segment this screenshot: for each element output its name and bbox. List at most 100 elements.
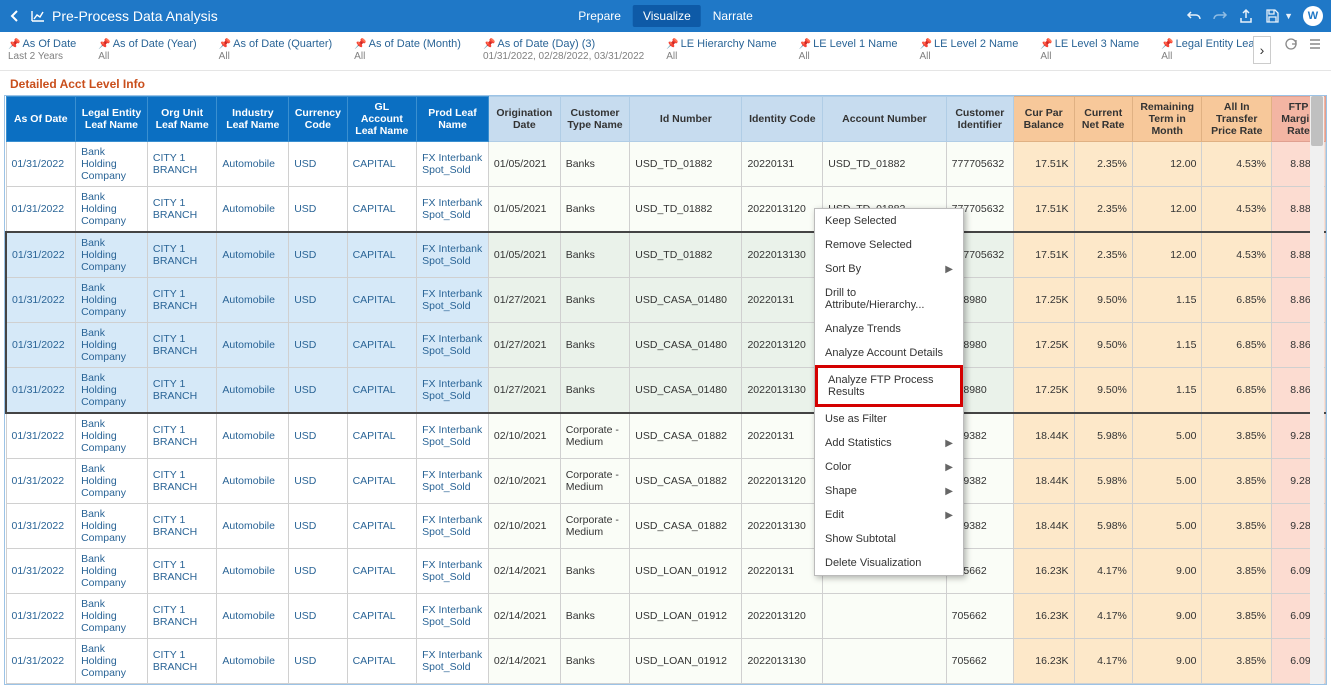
- table-row[interactable]: 01/31/2022Bank Holding CompanyCITY 1 BRA…: [6, 459, 1326, 504]
- save-dropdown-icon[interactable]: ▼: [1284, 11, 1293, 21]
- cell: 01/05/2021: [488, 142, 560, 187]
- cell: USD: [289, 549, 347, 594]
- pin-icon: 📌: [666, 39, 678, 50]
- vertical-scrollbar[interactable]: [1310, 96, 1324, 684]
- cell: CITY 1 BRANCH: [147, 549, 217, 594]
- cell: 17.25K: [1013, 323, 1074, 368]
- col-header-8[interactable]: Customer Type Name: [560, 97, 630, 142]
- menu-item-13[interactable]: Delete Visualization: [815, 551, 963, 575]
- menu-item-2[interactable]: Sort By▶: [815, 257, 963, 281]
- cell: 01/31/2022: [6, 504, 76, 549]
- app-header: Pre-Process Data Analysis Prepare Visual…: [0, 0, 1331, 32]
- menu-item-1[interactable]: Remove Selected: [815, 233, 963, 257]
- cell: Bank Holding Company: [76, 639, 148, 684]
- table-row[interactable]: 01/31/2022Bank Holding CompanyCITY 1 BRA…: [6, 594, 1326, 639]
- cell: 2022013130: [742, 639, 823, 684]
- menu-item-4[interactable]: Analyze Trends: [815, 317, 963, 341]
- menu-label: Analyze Trends: [825, 323, 901, 335]
- cell: 01/31/2022: [6, 142, 76, 187]
- cell: 01/05/2021: [488, 187, 560, 233]
- filter-7[interactable]: 📌LE Level 2 NameAll: [920, 36, 1019, 62]
- col-header-6[interactable]: Prod Leaf Name: [417, 97, 489, 142]
- pin-icon: 📌: [219, 39, 231, 50]
- table-row[interactable]: 01/31/2022Bank Holding CompanyCITY 1 BRA…: [6, 504, 1326, 549]
- cell: USD: [289, 278, 347, 323]
- col-header-10[interactable]: Identity Code: [742, 97, 823, 142]
- cell: 01/31/2022: [6, 594, 76, 639]
- col-header-16[interactable]: All In Transfer Price Rate: [1202, 97, 1272, 142]
- refresh-icon[interactable]: [1283, 36, 1299, 52]
- mode-narrate[interactable]: Narrate: [703, 5, 763, 27]
- menu-item-9[interactable]: Color▶: [815, 455, 963, 479]
- cell: CAPITAL: [347, 142, 417, 187]
- filter-2[interactable]: 📌As of Date (Quarter)All: [219, 36, 333, 62]
- save-icon[interactable]: [1264, 8, 1280, 24]
- cell: 01/31/2022: [6, 413, 76, 459]
- filter-label: LE Level 2 Name: [934, 38, 1018, 50]
- redo-icon[interactable]: [1212, 8, 1228, 24]
- table-row[interactable]: 01/31/2022Bank Holding CompanyCITY 1 BRA…: [6, 639, 1326, 684]
- table-row[interactable]: 01/31/2022Bank Holding CompanyCITY 1 BRA…: [6, 323, 1326, 368]
- list-icon[interactable]: [1307, 36, 1323, 52]
- filter-value: All: [920, 51, 1019, 62]
- col-header-1[interactable]: Legal Entity Leaf Name: [76, 97, 148, 142]
- table-row[interactable]: 01/31/2022Bank Holding CompanyCITY 1 BRA…: [6, 187, 1326, 233]
- menu-item-6[interactable]: Analyze FTP Process Results: [815, 365, 963, 407]
- menu-item-0[interactable]: Keep Selected: [815, 209, 963, 233]
- col-header-4[interactable]: Currency Code: [289, 97, 347, 142]
- cell: USD: [289, 232, 347, 278]
- menu-item-5[interactable]: Analyze Account Details: [815, 341, 963, 365]
- col-header-2[interactable]: Org Unit Leaf Name: [147, 97, 217, 142]
- menu-label: Analyze FTP Process Results: [828, 374, 950, 398]
- table-row[interactable]: 01/31/2022Bank Holding CompanyCITY 1 BRA…: [6, 368, 1326, 414]
- cell: Automobile: [217, 323, 289, 368]
- filter-9[interactable]: 📌Legal Entity Leaf NameAll: [1161, 36, 1253, 62]
- col-header-0[interactable]: As Of Date: [6, 97, 76, 142]
- filter-4[interactable]: 📌As of Date (Day) (3)01/31/2022, 02/28/2…: [483, 36, 644, 62]
- undo-icon[interactable]: [1186, 8, 1202, 24]
- mode-prepare[interactable]: Prepare: [568, 5, 631, 27]
- col-header-3[interactable]: Industry Leaf Name: [217, 97, 289, 142]
- export-icon[interactable]: [1238, 8, 1254, 24]
- menu-item-7[interactable]: Use as Filter: [815, 407, 963, 431]
- table-row[interactable]: 01/31/2022Bank Holding CompanyCITY 1 BRA…: [6, 413, 1326, 459]
- col-header-5[interactable]: GL Account Leaf Name: [347, 97, 417, 142]
- col-header-12[interactable]: Customer Identifier: [946, 97, 1013, 142]
- menu-item-8[interactable]: Add Statistics▶: [815, 431, 963, 455]
- cell: FX Interbank Spot_Sold: [417, 278, 489, 323]
- menu-item-10[interactable]: Shape▶: [815, 479, 963, 503]
- filter-3[interactable]: 📌As of Date (Month)All: [354, 36, 461, 62]
- col-header-14[interactable]: Current Net Rate: [1074, 97, 1132, 142]
- pin-icon: 📌: [1040, 39, 1052, 50]
- table-row[interactable]: 01/31/2022Bank Holding CompanyCITY 1 BRA…: [6, 232, 1326, 278]
- filter-1[interactable]: 📌As of Date (Year)All: [98, 36, 196, 62]
- cell: Corporate - Medium: [560, 413, 630, 459]
- cell: 01/27/2021: [488, 323, 560, 368]
- cell: USD_TD_01882: [630, 142, 742, 187]
- col-header-15[interactable]: Remaining Term in Month: [1132, 97, 1202, 142]
- filter-0[interactable]: 📌As Of DateLast 2 Years: [8, 36, 76, 62]
- cell: USD_CASA_01480: [630, 278, 742, 323]
- filter-5[interactable]: 📌LE Hierarchy NameAll: [666, 36, 776, 62]
- section-title: Detailed Acct Level Info: [0, 71, 1331, 95]
- mode-visualize[interactable]: Visualize: [633, 5, 701, 27]
- cell: 2022013130: [742, 232, 823, 278]
- cell: 01/31/2022: [6, 187, 76, 233]
- cell: CAPITAL: [347, 639, 417, 684]
- menu-item-12[interactable]: Show Subtotal: [815, 527, 963, 551]
- col-header-13[interactable]: Cur Par Balance: [1013, 97, 1074, 142]
- col-header-7[interactable]: Origination Date: [488, 97, 560, 142]
- table-row[interactable]: 01/31/2022Bank Holding CompanyCITY 1 BRA…: [6, 142, 1326, 187]
- col-header-11[interactable]: Account Number: [823, 97, 946, 142]
- back-icon[interactable]: [8, 9, 22, 23]
- menu-item-11[interactable]: Edit▶: [815, 503, 963, 527]
- cell: 3.85%: [1202, 594, 1272, 639]
- filter-8[interactable]: 📌LE Level 3 NameAll: [1040, 36, 1139, 62]
- col-header-9[interactable]: Id Number: [630, 97, 742, 142]
- table-row[interactable]: 01/31/2022Bank Holding CompanyCITY 1 BRA…: [6, 549, 1326, 594]
- menu-item-3[interactable]: Drill to Attribute/Hierarchy...: [815, 281, 963, 317]
- filter-scroll-right[interactable]: ›: [1253, 36, 1271, 64]
- avatar[interactable]: W: [1303, 6, 1323, 26]
- filter-6[interactable]: 📌LE Level 1 NameAll: [799, 36, 898, 62]
- table-row[interactable]: 01/31/2022Bank Holding CompanyCITY 1 BRA…: [6, 278, 1326, 323]
